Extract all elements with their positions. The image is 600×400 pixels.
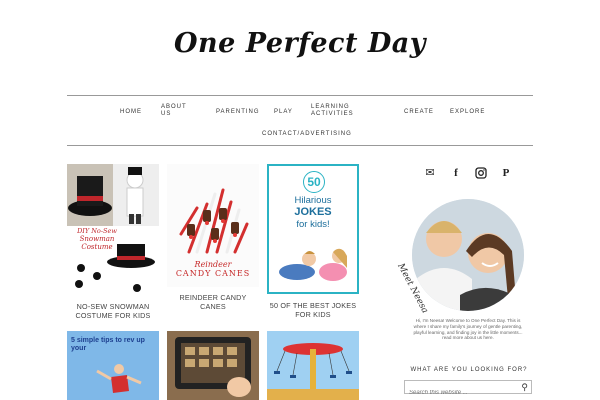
post-thumbnail-tablet[interactable]	[167, 331, 259, 400]
pinterest-icon[interactable]: P	[499, 166, 513, 180]
thumbnail-text: Snowman Costume	[79, 235, 115, 251]
post-title-snowman[interactable]: NO-SEW SNOWMAN COSTUME FOR KIDS	[67, 302, 159, 320]
nav-item-play[interactable]: PLAY	[274, 109, 293, 116]
profile-photo	[412, 199, 524, 311]
search-heading: WHAT ARE YOU LOOKING FOR?	[410, 367, 528, 373]
post-title-reindeer[interactable]: REINDEER CANDY CANES	[167, 293, 259, 311]
swing-ride-image	[267, 331, 359, 400]
nav-item-learning-activities[interactable]: LEARNING ACTIVITIES	[311, 104, 361, 118]
nav-item-create[interactable]: CREATE	[404, 109, 434, 116]
post-thumbnail-jokes[interactable]: 50 Hilarious JOKES for kids!	[267, 164, 359, 294]
post-thumbnail-ride[interactable]	[267, 331, 359, 400]
nav-item-about-us[interactable]: ABOUT US	[161, 104, 191, 118]
post-thumbnail-tips[interactable]: 5 simple tips to rev up your	[67, 331, 159, 400]
post-thumbnail-snowman[interactable]: DIY No-Sew Snowman Costume	[67, 164, 159, 296]
post-thumbnail-reindeer[interactable]: Reindeer CANDY CANES	[167, 164, 259, 287]
nav-item-explore[interactable]: EXPLORE	[450, 109, 485, 116]
instagram-icon[interactable]	[474, 166, 488, 180]
site-logo[interactable]: One Perfect Day	[0, 28, 600, 59]
nav-top-divider	[67, 95, 533, 96]
nav-bottom-divider	[67, 145, 533, 146]
thumbnail-text: DIY No-Sew	[77, 227, 117, 235]
facebook-icon[interactable]: f	[449, 166, 463, 180]
email-icon[interactable]: ✉	[423, 166, 437, 180]
search-icon[interactable]: ⚲	[521, 381, 528, 393]
about-text: Hi, I'm Neesa! Welcome to One Perfect Da…	[413, 318, 523, 341]
nav-item-contact-advertising[interactable]: CONTACT/ADVERTISING	[262, 131, 352, 138]
kids-laughing-image	[279, 248, 347, 281]
thumbnail-text: CANDY CANES	[175, 269, 251, 278]
post-title-jokes[interactable]: 50 OF THE BEST JOKES FOR KIDS	[267, 301, 359, 319]
search-input[interactable]	[405, 387, 514, 399]
nav-item-home[interactable]: HOME	[120, 109, 142, 116]
search-box: ⚲	[404, 380, 532, 399]
tablet-game-image	[167, 331, 259, 400]
thumbnail-text: Reindeer	[194, 260, 232, 269]
nav-item-parenting[interactable]: PARENTING	[216, 109, 260, 116]
